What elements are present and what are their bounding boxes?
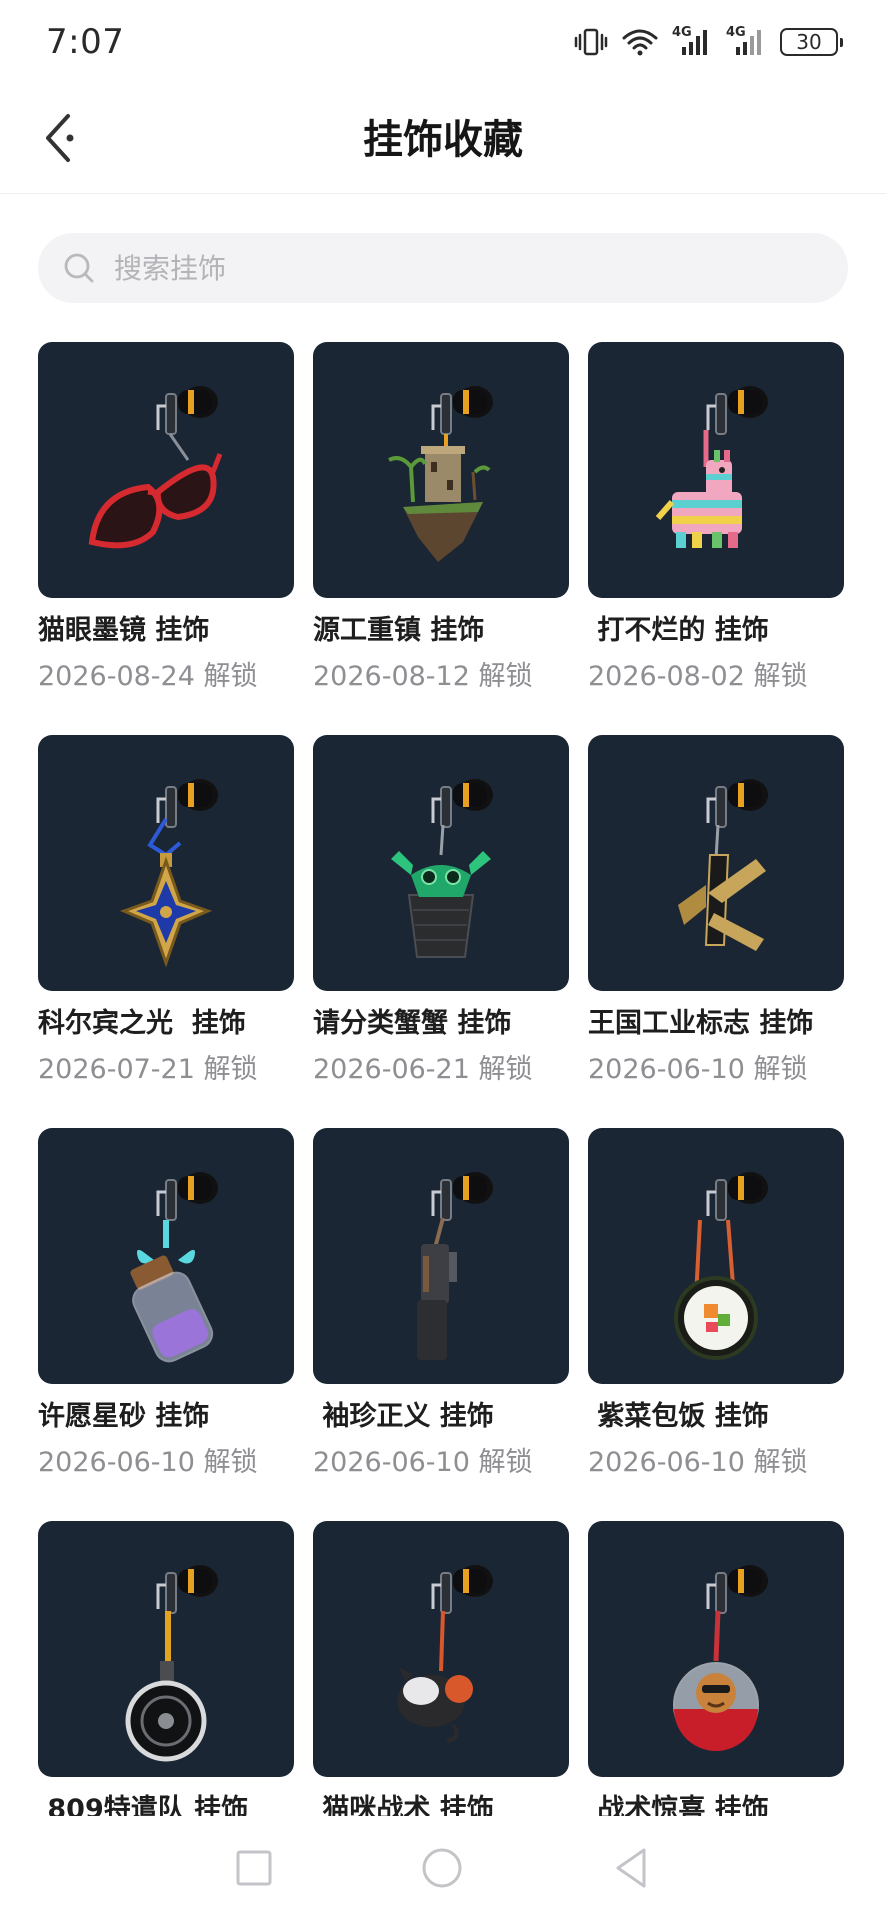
status-time: 7:07 (46, 22, 125, 62)
charm-name: 809特遣队 挂饰 (38, 1794, 249, 1816)
charm-name: 猫眼墨镜 挂饰 (38, 615, 210, 646)
unlock-date: 2026-08-24 解锁 (38, 661, 258, 692)
sushi-roll-icon (674, 1172, 768, 1360)
search-bar[interactable] (38, 233, 848, 303)
unlock-date: 2026-06-10 解锁 (588, 1447, 808, 1478)
charm-thumbnail[interactable] (38, 342, 294, 598)
unlock-date: 2026-06-10 解锁 (313, 1447, 533, 1478)
cellular-signal-icon: 4G (672, 25, 712, 57)
square-icon (236, 1850, 272, 1886)
charm-name: 许愿星砂 挂饰 (38, 1401, 210, 1432)
charm-thumbnail[interactable] (588, 342, 844, 598)
pinata-icon (655, 386, 768, 548)
charm-card[interactable]: 猫眼墨镜 挂饰 2026-08-24 解锁 (38, 342, 294, 722)
charm-thumbnail[interactable] (313, 342, 569, 598)
circle-icon (422, 1848, 462, 1888)
capsule-toy-icon (673, 1565, 768, 1751)
charm-card[interactable]: 请分类蟹蟹 挂饰 2026-06-21 解锁 (313, 735, 569, 1115)
charm-card[interactable]: 打不烂的 挂饰 2026-08-02 解锁 (588, 342, 844, 722)
charm-name: 紫菜包饭 挂饰 (588, 1401, 769, 1432)
charm-name: 源工重镇 挂饰 (313, 615, 485, 646)
charm-card[interactable]: 战术惊喜 挂饰 (588, 1521, 844, 1816)
triangle-back-icon (616, 1848, 646, 1888)
home-button[interactable] (420, 1846, 464, 1890)
charm-name: 袖珍正义 挂饰 (313, 1401, 494, 1432)
status-bar: 7:07 4G 4G 30 (0, 0, 886, 86)
star-bottle-icon (130, 1172, 218, 1363)
unlock-date: 2026-07-21 解锁 (38, 1054, 258, 1085)
crab-bucket-icon (391, 779, 493, 958)
charm-card[interactable]: 袖珍正义 挂饰 2026-06-10 解锁 (313, 1128, 569, 1508)
charm-card[interactable]: 809特遣队 挂饰 (38, 1521, 294, 1816)
wifi-icon (622, 28, 658, 56)
charm-grid: 猫眼墨镜 挂饰 2026-08-24 解锁 源工重镇 挂饰 2026-08-12 解… (38, 342, 848, 1816)
nav-back-button[interactable] (610, 1846, 654, 1890)
search-icon (64, 253, 94, 283)
charm-thumbnail[interactable] (38, 1521, 294, 1777)
tower-island-icon (388, 386, 493, 562)
cat-charm-icon (397, 1565, 493, 1743)
charm-thumbnail[interactable] (38, 735, 294, 991)
unlock-date: 2026-08-12 解锁 (313, 661, 533, 692)
vibrate-icon (574, 27, 608, 57)
charm-card[interactable]: 紫菜包饭 挂饰 2026-06-10 解锁 (588, 1128, 844, 1508)
unlock-date: 2026-08-02 解锁 (588, 661, 808, 692)
unlock-date: 2026-06-10 解锁 (38, 1447, 258, 1478)
disc-badge-icon (125, 1565, 218, 1762)
mini-pistol-icon (417, 1172, 493, 1360)
k-logo-icon (678, 779, 768, 951)
cellular-signal-icon: 4G (726, 25, 766, 57)
charm-name: 科尔宾之光 挂饰 (38, 1008, 246, 1039)
unlock-date: 2026-06-10 解锁 (588, 1054, 808, 1085)
charm-thumbnail[interactable] (313, 1128, 569, 1384)
unlock-date: 2026-06-21 解锁 (313, 1054, 533, 1085)
charm-card[interactable]: 许愿星砂 挂饰 2026-06-10 解锁 (38, 1128, 294, 1508)
charm-card[interactable]: 猫咪战术 挂饰 (313, 1521, 569, 1816)
battery-icon: 30 (780, 28, 843, 56)
charm-thumbnail[interactable] (588, 1128, 844, 1384)
system-nav-bar (0, 1816, 886, 1920)
charm-thumbnail[interactable] (313, 735, 569, 991)
charm-name: 打不烂的 挂饰 (588, 615, 769, 646)
charm-card[interactable]: 王国工业标志 挂饰 2026-06-10 解锁 (588, 735, 844, 1115)
charm-thumbnail[interactable] (313, 1521, 569, 1777)
app-header: 挂饰收藏 (0, 86, 886, 194)
charm-card[interactable]: 源工重镇 挂饰 2026-08-12 解锁 (313, 342, 569, 722)
charm-thumbnail[interactable] (588, 735, 844, 991)
charm-name: 王国工业标志 挂饰 (588, 1008, 814, 1039)
charm-card[interactable]: 科尔宾之光 挂饰 2026-07-21 解锁 (38, 735, 294, 1115)
star-pendant-icon (119, 779, 218, 968)
status-icons: 4G 4G 30 (574, 24, 843, 60)
search-input[interactable] (112, 237, 816, 299)
charm-name: 猫咪战术 挂饰 (313, 1794, 494, 1816)
charm-thumbnail[interactable] (38, 1128, 294, 1384)
charm-thumbnail[interactable] (588, 1521, 844, 1777)
charm-name: 请分类蟹蟹 挂饰 (313, 1008, 512, 1039)
charm-name: 战术惊喜 挂饰 (588, 1794, 769, 1816)
sunglasses-icon (88, 386, 223, 549)
recents-button[interactable] (232, 1846, 276, 1890)
page-title: 挂饰收藏 (363, 117, 523, 163)
battery-level: 30 (796, 30, 822, 54)
